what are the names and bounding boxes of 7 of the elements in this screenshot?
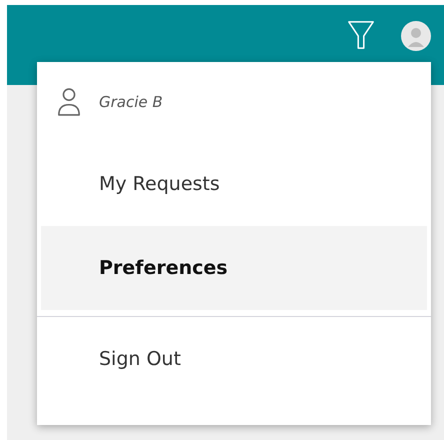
person-icon xyxy=(57,87,81,117)
avatar-icon[interactable] xyxy=(400,20,432,52)
filter-icon[interactable] xyxy=(347,19,375,51)
menu-item[interactable]: My Requests xyxy=(41,142,427,226)
menu-item[interactable]: Preferences xyxy=(41,226,427,310)
menu-item[interactable]: Sign Out xyxy=(41,317,427,401)
user-name: Gracie B xyxy=(99,93,163,111)
